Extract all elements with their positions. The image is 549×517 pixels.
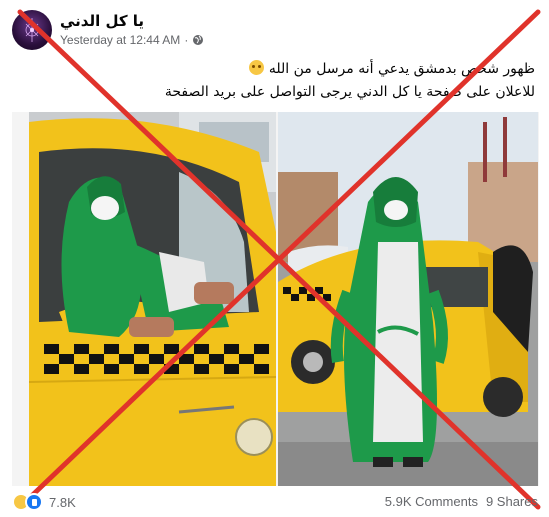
flushed-face-icon [249,60,265,75]
shares-count[interactable]: 9 Shares [486,494,538,509]
comment-share-counts: 5.9K Comments 9 Shares [385,494,538,509]
man-in-taxi-photo[interactable] [29,112,276,486]
like-reaction-icon [25,493,43,511]
comments-count[interactable]: 5.9K Comments [385,494,478,509]
caption-text-1: ظهور شخص بدمشق يدعي أنه مرسل من الله [268,61,535,77]
page-name[interactable]: يا كل الدني [60,12,144,30]
engagement-bar: 7.8K 5.9K Comments 9 Shares [12,490,542,514]
meta-separator: · [184,33,189,47]
caption-line-1: ظهور شخص بدمشق يدعي أنه مرسل من الله [35,58,535,81]
reactions-summary[interactable]: 7.8K [12,493,76,511]
post-caption: ظهور شخص بدمشق يدعي أنه مرسل من الله للا… [35,58,535,104]
reactions-count: 7.8K [49,494,76,510]
page-avatar[interactable] [12,10,52,50]
post-timestamp[interactable]: Yesterday at 12:44 AM [60,33,180,47]
globe-icon [192,34,204,46]
post-meta: Yesterday at 12:44 AM · [60,33,204,47]
man-standing-by-taxi-photo[interactable] [278,112,538,486]
photo-collage[interactable] [12,112,539,486]
caption-line-2: للاعلان على صفحة يا كل الدني يرجى التواص… [164,84,535,100]
post-header: يا كل الدني Yesterday at 12:44 AM · [12,10,542,56]
